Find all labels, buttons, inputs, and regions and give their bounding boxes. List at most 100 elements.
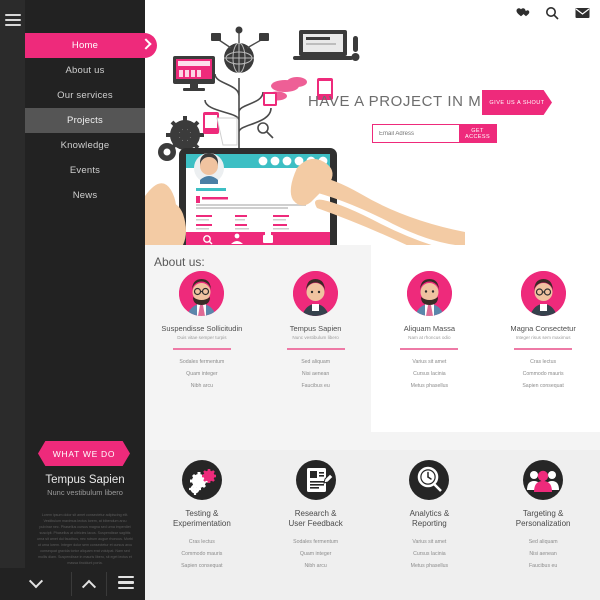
service-card[interactable]: Targeting & Personalization Sed aliquam Nis…: [486, 460, 600, 575]
chevron-up-icon: [81, 579, 97, 594]
service-title: Research & User Feedback: [288, 509, 343, 528]
what-we-do-button[interactable]: WHAT WE DO: [38, 441, 130, 466]
service-list: Cras lectus Commodo mauris Sapien consequa…: [145, 539, 259, 569]
hearts-icon[interactable]: [514, 5, 530, 21]
team-card-list-item: Commodo mauris: [522, 370, 564, 377]
team-card[interactable]: Suspendisse Sollicitudin Duis vitae sempe…: [145, 271, 259, 395]
team-card-list-item: Cursus lacinia: [413, 370, 446, 377]
sidebar-item-knowledge[interactable]: Knowledge: [25, 133, 145, 158]
page-root: HAVE A PROJECT IN MIND? GIVE US A SHOUT …: [0, 0, 600, 600]
service-list-item: Nibh arcu: [304, 563, 327, 569]
what-we-do-label: WHAT WE DO: [38, 441, 130, 466]
sidebar-item-projects[interactable]: Projects: [25, 108, 145, 133]
service-list-item: Cras lectus: [188, 539, 215, 545]
email-signup-form: GET ACCESS: [372, 124, 497, 143]
scroll-up-button[interactable]: [72, 568, 106, 600]
team-card-name: Magna Consectetur: [510, 324, 576, 333]
sidebar-item-home[interactable]: Home: [25, 33, 157, 58]
service-list: Sed aliquam Nisi aenean Faucibus eu: [486, 539, 600, 569]
service-list-item: Quam integer: [299, 551, 332, 557]
mail-icon[interactable]: [574, 5, 590, 21]
sidebar-bottom-bar: [0, 568, 145, 600]
about-title: About us:: [154, 255, 205, 269]
sidebar-item-events[interactable]: Events: [25, 158, 145, 183]
service-list-item: Sapien consequat: [181, 563, 223, 569]
team-card-list: Sed aliquam Nisi aenean Faucibus eu: [259, 359, 373, 389]
team-card-list: Cras lectus Commodo mauris Sapien consequa…: [486, 359, 600, 389]
service-title: Analytics & Reporting: [409, 509, 450, 528]
sidebar-item-our-services[interactable]: Our services: [25, 83, 145, 108]
sidebar-item-label: Our services: [57, 90, 113, 101]
service-title: Targeting & Personalization: [515, 509, 571, 528]
avatar-woman-glasses: [520, 271, 566, 316]
service-list-item: Cursus lacinia: [413, 551, 446, 557]
team-card-list: Sodales fermentum Quam integer Nibh arcu: [145, 359, 259, 389]
service-card[interactable]: Analytics & Reporting Varius sit amet Cursu…: [373, 460, 487, 575]
team-card-name: Tempus Sapien: [289, 324, 342, 333]
team-card-name: Suspendisse Sollicitudin: [161, 324, 243, 333]
service-list-item: Metus phasellus: [410, 563, 449, 569]
topbar-icons: [514, 5, 590, 21]
divider: [286, 348, 345, 350]
team-card-list-item: Quam integer: [186, 370, 218, 377]
avatar-bearded-man-glasses: [179, 271, 225, 316]
sidebar: Home About us Our services Projects Knowledg…: [0, 0, 157, 600]
service-list-item: Commodo mauris: [181, 551, 223, 557]
sidebar-item-label: Events: [69, 165, 101, 176]
sidebar-item-label: Projects: [67, 115, 103, 126]
active-item-arrow: [132, 33, 157, 58]
services-list: Testing & Experimentation Cras lectus Commo…: [145, 460, 600, 575]
sidebar-item-news[interactable]: News: [25, 183, 145, 208]
about-section: About us: Suspendisse Sollicitudin Duis v…: [145, 245, 600, 450]
divider: [172, 348, 231, 350]
team-card-list-item: Metus phasellus: [410, 382, 449, 389]
hero-illustration: [145, 26, 465, 245]
scroll-down-button[interactable]: [0, 568, 71, 600]
avatar-woman-short-hair: [293, 271, 339, 316]
get-access-button[interactable]: GET ACCESS: [459, 125, 497, 142]
people-group-icon: [523, 460, 564, 500]
promo-body: Lorem ipsum dolor sit amet consectetur a…: [37, 513, 133, 565]
team-card-list: Suspendisse Sollicitudin Duis vitae sempe…: [145, 271, 600, 395]
sidebar-item-about-us[interactable]: About us: [25, 58, 145, 83]
email-field[interactable]: [373, 125, 459, 142]
sidebar-nav: Home About us Our services Projects Knowledg…: [25, 33, 157, 208]
sidebar-item-label: About us: [65, 65, 105, 76]
service-list-item: Faucibus eu: [528, 563, 558, 569]
promo-subtitle: Nunc vestibulum libero: [47, 488, 123, 497]
service-title: Testing & Experimentation: [172, 509, 231, 528]
give-us-a-shout-button[interactable]: GIVE US A SHOUT: [482, 90, 552, 115]
promo-title: Tempus Sapien: [45, 474, 125, 486]
team-card-list: Varius sit amet Cursus lacinia Metus phase…: [373, 359, 487, 389]
service-card[interactable]: Testing & Experimentation Cras lectus Commo…: [145, 460, 259, 575]
search-icon[interactable]: [544, 5, 560, 21]
document-pen-icon: [295, 460, 336, 500]
team-card-list-item: Varius sit amet: [412, 358, 447, 365]
shout-label: GIVE US A SHOUT: [482, 90, 552, 115]
team-card[interactable]: Tempus Sapien Nunc vestibulum libero Sed a…: [259, 271, 373, 395]
service-list: Varius sit amet Cursus lacinia Metus phase…: [373, 539, 487, 569]
team-card-name: Aliquam Massa: [403, 324, 456, 333]
team-card[interactable]: Aliquam Massa Nam at rhoncus odio Varius s…: [373, 271, 487, 395]
divider: [514, 348, 573, 350]
team-card-list-item: Faucibus eu: [301, 382, 330, 389]
sidebar-rail: [0, 0, 25, 568]
menu-toggle-button[interactable]: [107, 568, 145, 600]
divider: [400, 348, 459, 350]
team-card-role: Nam at rhoncus odio: [408, 335, 451, 340]
service-card[interactable]: Research & User Feedback Sodales fermentum…: [259, 460, 373, 575]
team-card-list-item: Cras lectus: [530, 358, 557, 365]
services-section: Testing & Experimentation Cras lectus Commo…: [145, 450, 600, 600]
service-list-item: Varius sit amet: [412, 539, 447, 545]
hamburger-icon[interactable]: [5, 14, 21, 26]
team-card-list-item: Nisi aenean: [301, 370, 330, 377]
team-card-list-item: Sed aliquam: [301, 358, 331, 365]
team-card-role: Duis vitae semper turpis: [177, 335, 227, 340]
service-list-item: Sodales fermentum: [293, 539, 339, 545]
team-card-list-item: Nibh arcu: [190, 382, 213, 389]
avatar-man-beard-tie: [406, 271, 452, 316]
team-card[interactable]: Magna Consectetur Integer risus sem maxim…: [486, 271, 600, 395]
gears-icon: [181, 460, 222, 500]
sidebar-item-label: Knowledge: [60, 140, 110, 151]
sidebar-item-label: News: [72, 190, 98, 201]
